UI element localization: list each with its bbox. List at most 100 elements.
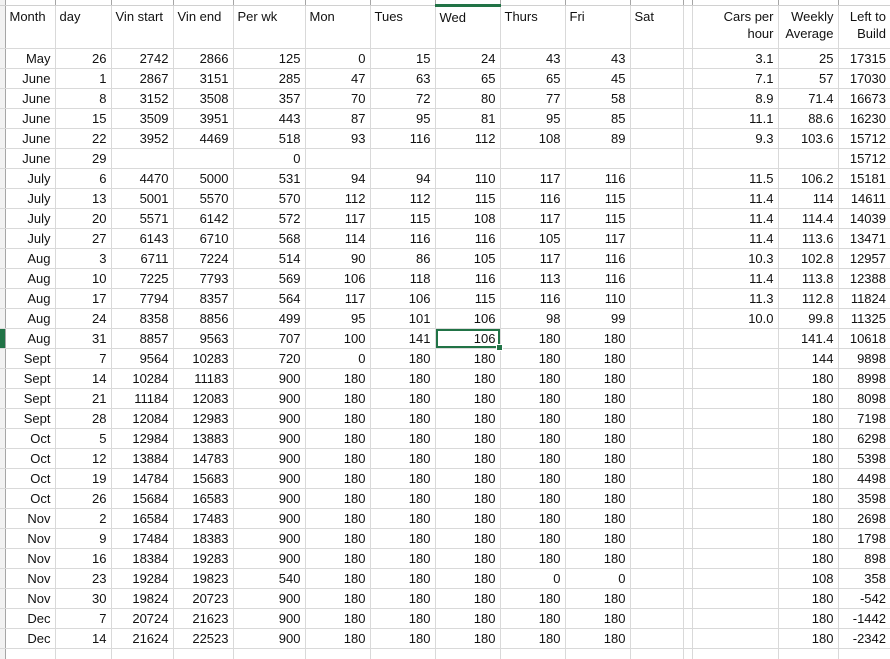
cell-left-to-build[interactable]	[838, 649, 890, 659]
cell-mon[interactable]: 106	[305, 269, 370, 289]
cell-spacer[interactable]	[683, 209, 692, 229]
cell-vin-end[interactable]: 12083	[173, 389, 233, 409]
cell-wed[interactable]: 116	[435, 269, 500, 289]
cell-vin-end[interactable]: 20723	[173, 589, 233, 609]
cell-sat[interactable]	[630, 469, 683, 489]
cell-tues[interactable]: 180	[370, 469, 435, 489]
cell-cars-per-hour[interactable]	[692, 329, 778, 349]
header-cell-fri[interactable]: Fri	[565, 6, 630, 49]
cell-left-to-build[interactable]: 17315	[838, 49, 890, 69]
cell-tues[interactable]: 95	[370, 109, 435, 129]
cell-month[interactable]: Aug	[5, 249, 55, 269]
cell-thurs[interactable]: 180	[500, 469, 565, 489]
cell-vin-end[interactable]: 13883	[173, 429, 233, 449]
cell-mon[interactable]: 100	[305, 329, 370, 349]
cell-sat[interactable]	[630, 189, 683, 209]
cell-per-wk[interactable]: 568	[233, 229, 305, 249]
cell-spacer[interactable]	[683, 249, 692, 269]
cell-month[interactable]: July	[5, 189, 55, 209]
cell-vin-start[interactable]: 4470	[111, 169, 173, 189]
cell-fri[interactable]: 89	[565, 129, 630, 149]
cell-vin-end[interactable]: 15683	[173, 469, 233, 489]
cell-month[interactable]: Nov	[5, 509, 55, 529]
cell-day[interactable]: 24	[55, 309, 111, 329]
cell-day[interactable]: 15	[55, 109, 111, 129]
cell-sat[interactable]	[630, 309, 683, 329]
cell-left-to-build[interactable]: 11824	[838, 289, 890, 309]
cell-month[interactable]: May	[5, 49, 55, 69]
cell-per-wk[interactable]: 900	[233, 609, 305, 629]
cell-mon[interactable]: 180	[305, 589, 370, 609]
cell-fri[interactable]: 99	[565, 309, 630, 329]
cell-fri[interactable]: 116	[565, 169, 630, 189]
cell-vin-end[interactable]: 19823	[173, 569, 233, 589]
cell-cars-per-hour[interactable]	[692, 509, 778, 529]
cell-wed[interactable]: 80	[435, 89, 500, 109]
cell-wed[interactable]: 180	[435, 349, 500, 369]
cell-spacer[interactable]	[683, 189, 692, 209]
cell-vin-start[interactable]: 20724	[111, 609, 173, 629]
cell-cars-per-hour[interactable]: 11.4	[692, 229, 778, 249]
cell-spacer[interactable]	[683, 629, 692, 649]
cell-fri[interactable]: 180	[565, 509, 630, 529]
cell-sat[interactable]	[630, 429, 683, 449]
cell-cars-per-hour[interactable]	[692, 389, 778, 409]
cell-spacer[interactable]	[683, 349, 692, 369]
cell-cars-per-hour[interactable]	[692, 149, 778, 169]
cell-fri[interactable]: 180	[565, 469, 630, 489]
cell-tues[interactable]: 180	[370, 349, 435, 369]
cell-mon[interactable]: 0	[305, 49, 370, 69]
cell-per-wk[interactable]: 900	[233, 509, 305, 529]
cell-fri[interactable]: 0	[565, 569, 630, 589]
cell-spacer[interactable]	[683, 69, 692, 89]
cell-thurs[interactable]: 117	[500, 169, 565, 189]
cell-per-wk[interactable]: 720	[233, 349, 305, 369]
cell-vin-start[interactable]: 3952	[111, 129, 173, 149]
cell-vin-start[interactable]: 11184	[111, 389, 173, 409]
cell-day[interactable]: 1	[55, 69, 111, 89]
cell-sat[interactable]	[630, 409, 683, 429]
cell-thurs[interactable]: 180	[500, 529, 565, 549]
cell-month[interactable]: June	[5, 89, 55, 109]
cell-day[interactable]: 31	[55, 329, 111, 349]
cell-weekly-average[interactable]: 25	[778, 49, 838, 69]
cell-month[interactable]: Oct	[5, 469, 55, 489]
cell-per-wk[interactable]: 572	[233, 209, 305, 229]
cell-mon[interactable]: 94	[305, 169, 370, 189]
cell-wed[interactable]: 180	[435, 629, 500, 649]
cell-vin-end[interactable]: 19283	[173, 549, 233, 569]
cell-wed[interactable]	[435, 649, 500, 659]
cell-vin-end[interactable]: 12983	[173, 409, 233, 429]
cell-left-to-build[interactable]: 15181	[838, 169, 890, 189]
cell-vin-end[interactable]: 4469	[173, 129, 233, 149]
cell-wed[interactable]: 180	[435, 489, 500, 509]
cell-wed[interactable]: 180	[435, 469, 500, 489]
cell-vin-end[interactable]: 22523	[173, 629, 233, 649]
header-cell-vin-start[interactable]: Vin start	[111, 6, 173, 49]
cell-day[interactable]: 29	[55, 149, 111, 169]
cell-thurs[interactable]: 117	[500, 209, 565, 229]
cell-spacer[interactable]	[683, 589, 692, 609]
cell-vin-end[interactable]: 21623	[173, 609, 233, 629]
cell-per-wk[interactable]: 900	[233, 489, 305, 509]
cell-left-to-build[interactable]: 15712	[838, 149, 890, 169]
cell-fri[interactable]: 180	[565, 629, 630, 649]
cell-tues[interactable]: 94	[370, 169, 435, 189]
cell-wed[interactable]: 24	[435, 49, 500, 69]
cell-mon[interactable]: 180	[305, 489, 370, 509]
cell-day[interactable]: 28	[55, 409, 111, 429]
cell-month[interactable]: Aug	[5, 289, 55, 309]
cell-vin-start[interactable]	[111, 149, 173, 169]
cell-vin-start[interactable]: 7794	[111, 289, 173, 309]
cell-sat[interactable]	[630, 109, 683, 129]
cell-wed[interactable]: 180	[435, 389, 500, 409]
cell-per-wk[interactable]: 900	[233, 449, 305, 469]
cell-per-wk[interactable]: 900	[233, 389, 305, 409]
cell-per-wk[interactable]: 900	[233, 429, 305, 449]
cell-cars-per-hour[interactable]	[692, 449, 778, 469]
header-cell-thurs[interactable]: Thurs	[500, 6, 565, 49]
cell-vin-end[interactable]: 8357	[173, 289, 233, 309]
cell-vin-start[interactable]: 6711	[111, 249, 173, 269]
cell-cars-per-hour[interactable]	[692, 529, 778, 549]
cell-vin-end[interactable]: 5000	[173, 169, 233, 189]
